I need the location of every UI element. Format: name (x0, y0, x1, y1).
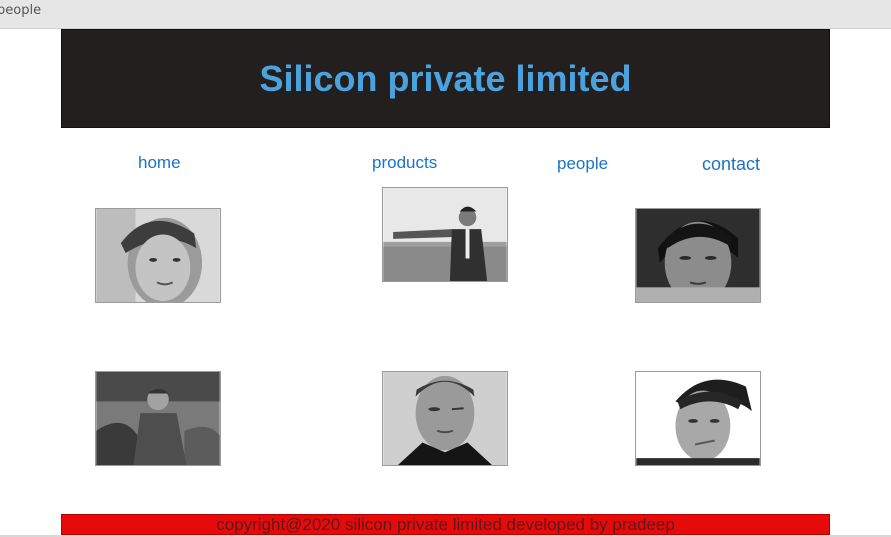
person-photo-2 (382, 187, 508, 282)
portrait-photo-young-man-icon (96, 209, 220, 302)
nav-link-people[interactable]: people (557, 154, 608, 174)
portrait-photo-asian-man-icon (636, 209, 760, 302)
nav-link-contact[interactable]: contact (702, 154, 760, 175)
photo-man-outdoors-rocks-icon (96, 372, 220, 465)
nav-link-home[interactable]: home (138, 153, 181, 173)
person-photo-6 (635, 371, 761, 466)
portrait-photo-man-squinting-icon (383, 372, 507, 465)
site-footer: copyright@2020 silicon private limited d… (61, 514, 830, 535)
person-photo-3 (635, 208, 761, 303)
copyright-text: copyright@2020 silicon private limited d… (216, 515, 675, 534)
nav-link-products[interactable]: products (372, 153, 437, 173)
site-header: Silicon private limited (61, 29, 830, 128)
site-title: Silicon private limited (259, 58, 632, 99)
photo-man-in-suit-field-icon (383, 188, 507, 281)
person-photo-1 (95, 208, 221, 303)
person-photo-4 (95, 371, 221, 466)
portrait-photo-man-smirking-icon (636, 372, 760, 465)
browser-tab-bar: people (0, 0, 891, 29)
tab-title[interactable]: people (0, 3, 41, 18)
person-photo-5 (382, 371, 508, 466)
